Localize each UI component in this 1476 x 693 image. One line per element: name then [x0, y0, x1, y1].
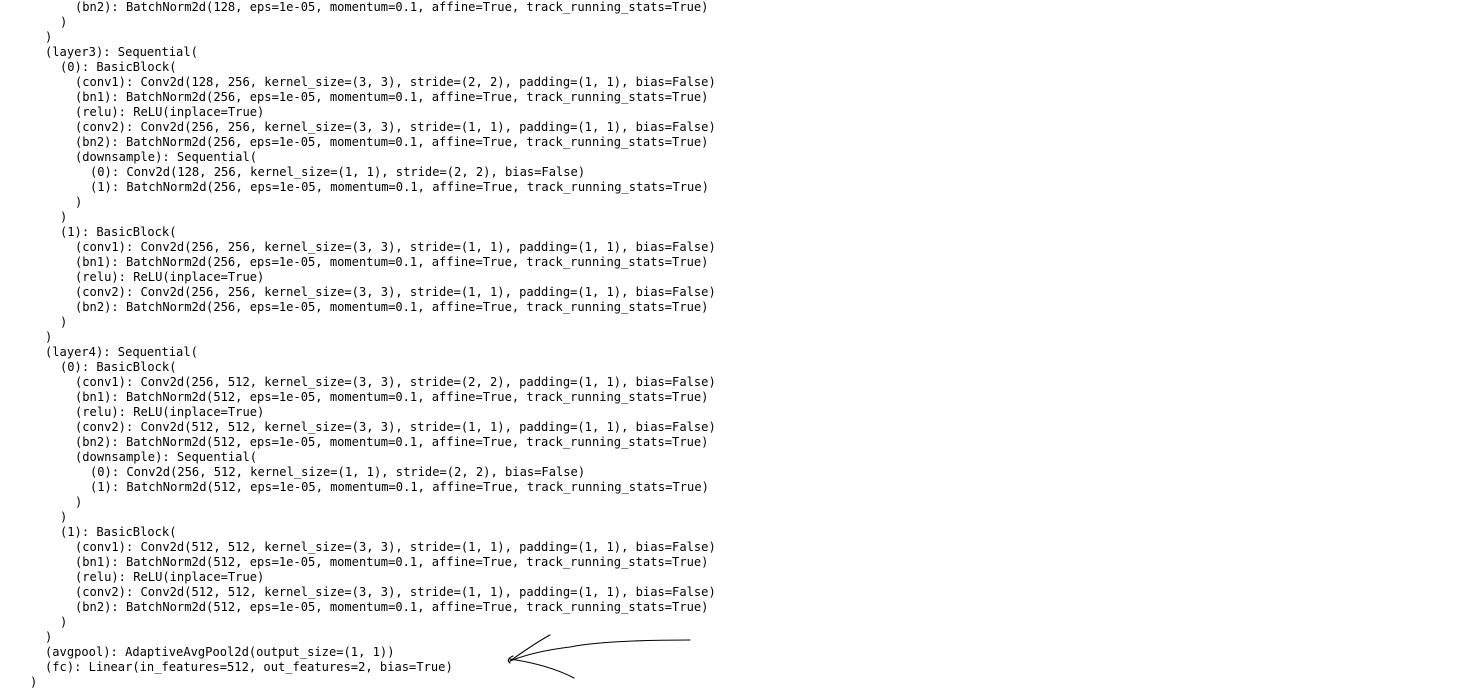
fc-line: (fc): Linear(in_features=512, out_featur… — [45, 660, 453, 674]
output-line: ) — [30, 675, 38, 689]
output-line: ) — [75, 495, 83, 509]
avgpool-line: (avgpool): AdaptiveAvgPool2d(output_size… — [45, 645, 395, 659]
output-line: ) — [60, 315, 68, 329]
output-line: (layer4): Sequential( — [45, 345, 198, 359]
model-print-output: (bn2): BatchNorm2d(128, eps=1e-05, momen… — [0, 0, 1476, 693]
output-line: (conv1): Conv2d(512, 512, kernel_size=(3… — [75, 540, 716, 554]
output-line: (layer3): Sequential( — [45, 45, 198, 59]
output-line: (bn2): BatchNorm2d(256, eps=1e-05, momen… — [75, 135, 709, 149]
output-line: ) — [45, 30, 53, 44]
output-line: (downsample): Sequential( — [75, 450, 258, 464]
output-line: (relu): ReLU(inplace=True) — [75, 570, 265, 584]
output-line: (conv2): Conv2d(256, 256, kernel_size=(3… — [75, 120, 716, 134]
output-line: (conv2): Conv2d(512, 512, kernel_size=(3… — [75, 585, 716, 599]
output-line: (bn1): BatchNorm2d(512, eps=1e-05, momen… — [75, 555, 709, 569]
output-line: (downsample): Sequential( — [75, 150, 258, 164]
output-line: (bn1): BatchNorm2d(256, eps=1e-05, momen… — [75, 90, 709, 104]
output-line: ) — [60, 15, 68, 29]
output-line: (bn2): BatchNorm2d(512, eps=1e-05, momen… — [75, 600, 709, 614]
output-line: (0): Conv2d(256, 512, kernel_size=(1, 1)… — [90, 465, 586, 479]
output-line: (relu): ReLU(inplace=True) — [75, 405, 265, 419]
output-line: (0): BasicBlock( — [60, 360, 177, 374]
output-line: (relu): ReLU(inplace=True) — [75, 270, 265, 284]
output-line: ) — [45, 330, 53, 344]
output-line: (1): BatchNorm2d(512, eps=1e-05, momentu… — [90, 480, 709, 494]
output-line: (bn2): BatchNorm2d(256, eps=1e-05, momen… — [75, 300, 709, 314]
output-line: ) — [45, 630, 53, 644]
output-line: (conv1): Conv2d(256, 256, kernel_size=(3… — [75, 240, 716, 254]
output-line: ) — [60, 615, 68, 629]
output-line: (1): BasicBlock( — [60, 225, 177, 239]
output-line: (conv1): Conv2d(128, 256, kernel_size=(3… — [75, 75, 716, 89]
output-line: (1): BasicBlock( — [60, 525, 177, 539]
output-line: (conv1): Conv2d(256, 512, kernel_size=(3… — [75, 375, 716, 389]
output-line: ) — [60, 210, 68, 224]
output-line: (conv2): Conv2d(512, 512, kernel_size=(3… — [75, 420, 716, 434]
output-line: (relu): ReLU(inplace=True) — [75, 105, 265, 119]
output-line: (bn2): BatchNorm2d(128, eps=1e-05, momen… — [75, 0, 709, 14]
output-line: (0): BasicBlock( — [60, 60, 177, 74]
output-line: ) — [75, 195, 83, 209]
output-line: (bn1): BatchNorm2d(512, eps=1e-05, momen… — [75, 390, 709, 404]
output-line: ) — [60, 510, 68, 524]
output-line: (0): Conv2d(128, 256, kernel_size=(1, 1)… — [90, 165, 586, 179]
output-line: (bn1): BatchNorm2d(256, eps=1e-05, momen… — [75, 255, 709, 269]
output-line: (1): BatchNorm2d(256, eps=1e-05, momentu… — [90, 180, 709, 194]
output-line: (bn2): BatchNorm2d(512, eps=1e-05, momen… — [75, 435, 709, 449]
output-line: (conv2): Conv2d(256, 256, kernel_size=(3… — [75, 285, 716, 299]
